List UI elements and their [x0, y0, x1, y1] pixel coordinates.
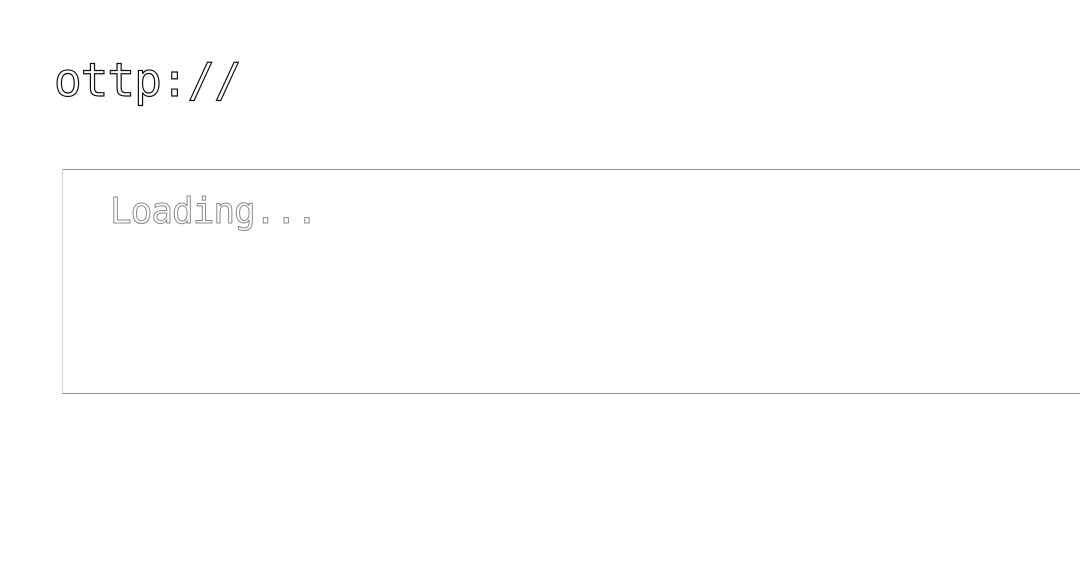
loading-status-text: Loading... — [110, 191, 319, 233]
content-panel: Loading... — [62, 169, 1080, 394]
page: ottp:// Loading... — [0, 0, 1080, 565]
app-logo: ottp:// — [53, 52, 242, 107]
